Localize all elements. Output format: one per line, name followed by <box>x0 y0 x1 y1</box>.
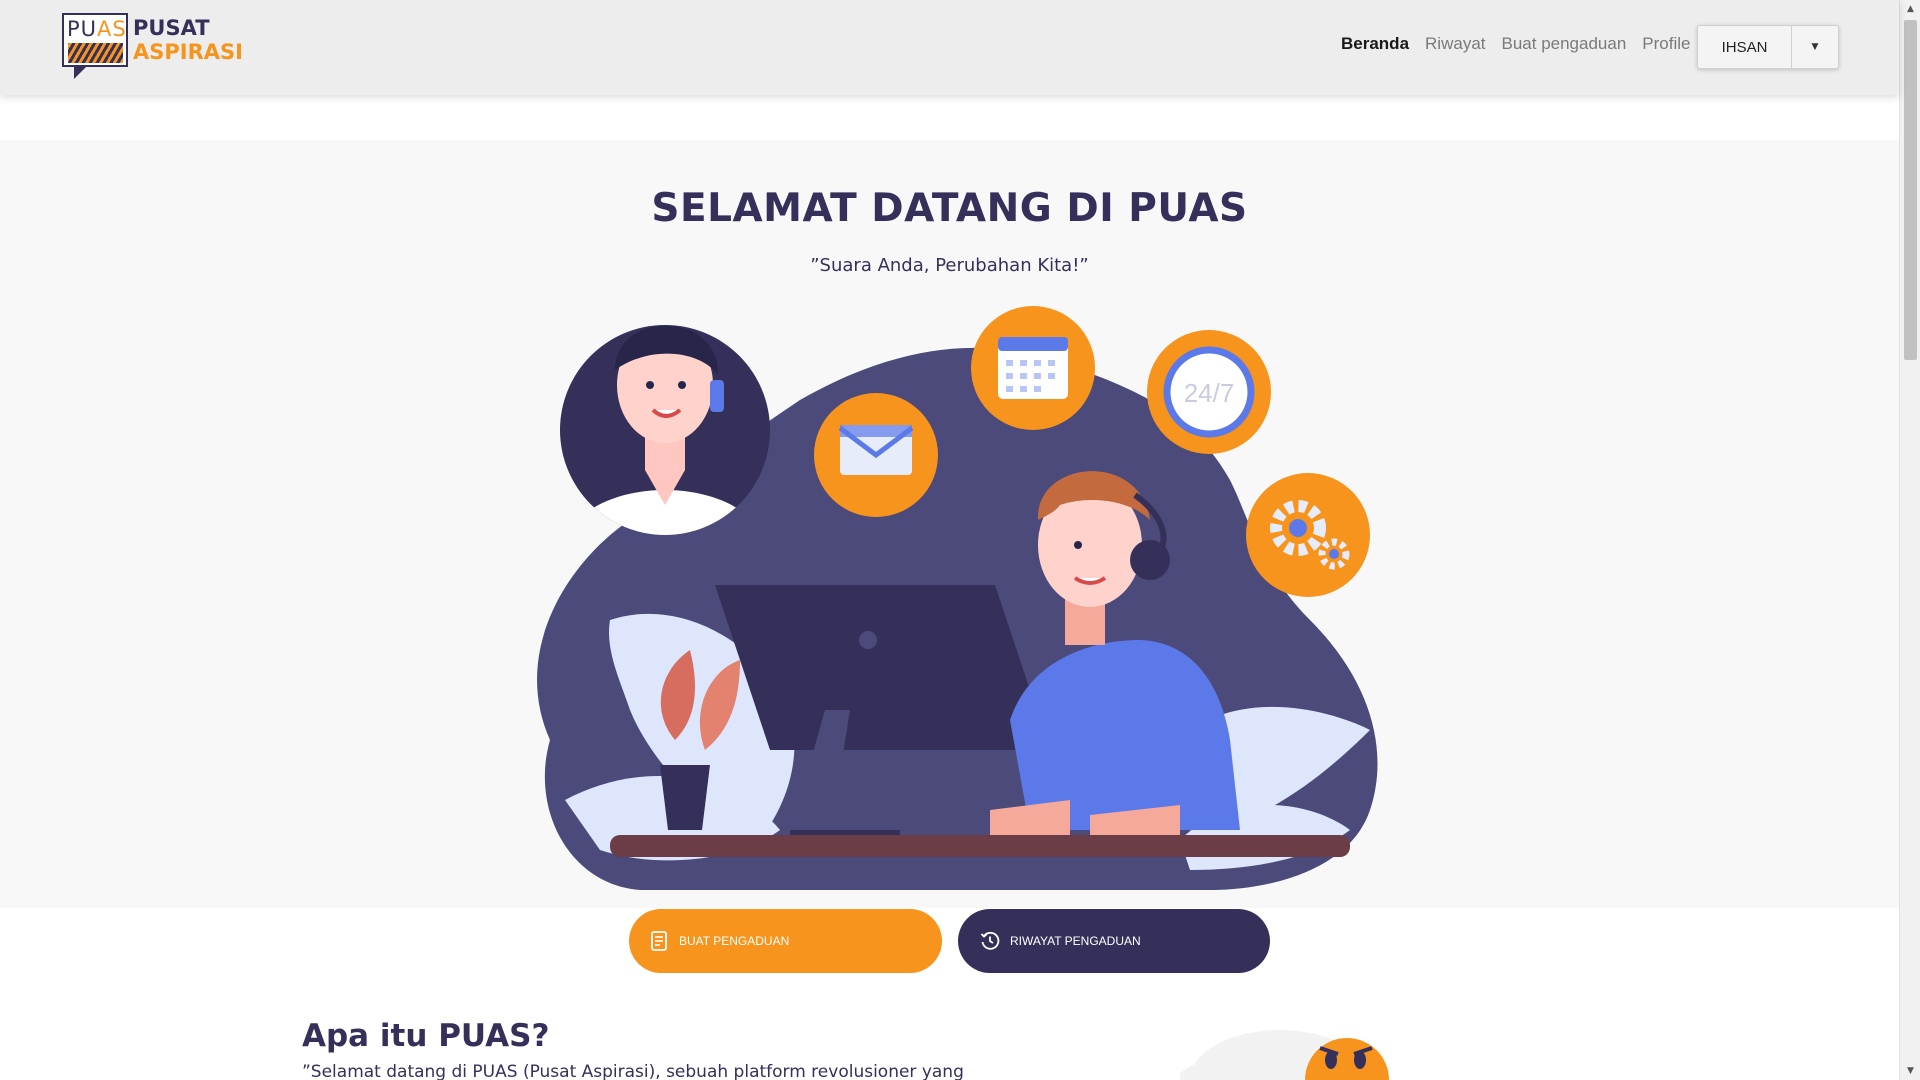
angry-face-illustration <box>1180 1030 1389 1080</box>
history-icon <box>980 931 1000 950</box>
hero-subtitle: ”Suara Anda, Perubahan Kita!” <box>810 255 1089 276</box>
logo-mark: PUAS <box>62 13 128 67</box>
nav-links: Beranda Riwayat Buat pengaduan Profile <box>1341 34 1690 54</box>
caret-down-icon[interactable]: ▼ <box>1792 26 1838 68</box>
logo-name: PUSAT ASPIRASI <box>133 16 243 64</box>
logo-stripes <box>68 43 123 63</box>
complaint-history-label: RIWAYAT PENGADUAN <box>1010 934 1141 948</box>
customer-service-illustration: 24/7 <box>537 306 1378 890</box>
logo-mark-text-accent: AS <box>97 17 127 41</box>
scroll-thumb[interactable] <box>1904 20 1917 360</box>
page-scrollbar[interactable]: ▲ ▼ <box>1899 0 1920 1080</box>
nav-link-riwayat[interactable]: Riwayat <box>1425 34 1485 54</box>
nav-link-buat-pengaduan[interactable]: Buat pengaduan <box>1502 34 1627 54</box>
logo-name-line1: PUSAT <box>133 16 210 40</box>
logo[interactable]: PUAS PUSAT ASPIRASI <box>62 13 262 81</box>
about-title: Apa itu PUAS? <box>302 1018 550 1054</box>
logo-speech-tail <box>74 65 88 79</box>
logo-mark-text: PUAS <box>67 17 127 41</box>
user-name-button[interactable]: IHSAN <box>1698 26 1792 68</box>
hero-title: SELAMAT DATANG DI PUAS <box>651 186 1248 231</box>
scroll-down-arrow-icon[interactable]: ▼ <box>1900 1062 1920 1080</box>
hero-section: SELAMAT DATANG DI PUAS ”Suara Anda, Peru… <box>0 140 1899 908</box>
create-complaint-button[interactable]: BUAT PENGADUAN <box>629 909 942 973</box>
complaint-history-button[interactable]: RIWAYAT PENGADUAN <box>958 909 1270 973</box>
navbar: PUAS PUSAT ASPIRASI Beranda Riwayat Buat… <box>0 0 1899 95</box>
create-complaint-label: BUAT PENGADUAN <box>679 934 790 948</box>
clock-24-7-label: 24/7 <box>1184 378 1235 408</box>
nav-link-profile[interactable]: Profile <box>1642 34 1690 54</box>
logo-name-line2: ASPIRASI <box>133 40 243 64</box>
scroll-up-arrow-icon[interactable]: ▲ <box>1900 0 1920 18</box>
user-dropdown[interactable]: IHSAN ▼ <box>1697 25 1839 69</box>
document-edit-icon <box>651 931 667 951</box>
about-text: ”Selamat datang di PUAS (Pusat Aspirasi)… <box>302 1062 964 1080</box>
logo-mark-text-dark: PU <box>67 17 98 41</box>
nav-link-beranda[interactable]: Beranda <box>1341 34 1409 54</box>
